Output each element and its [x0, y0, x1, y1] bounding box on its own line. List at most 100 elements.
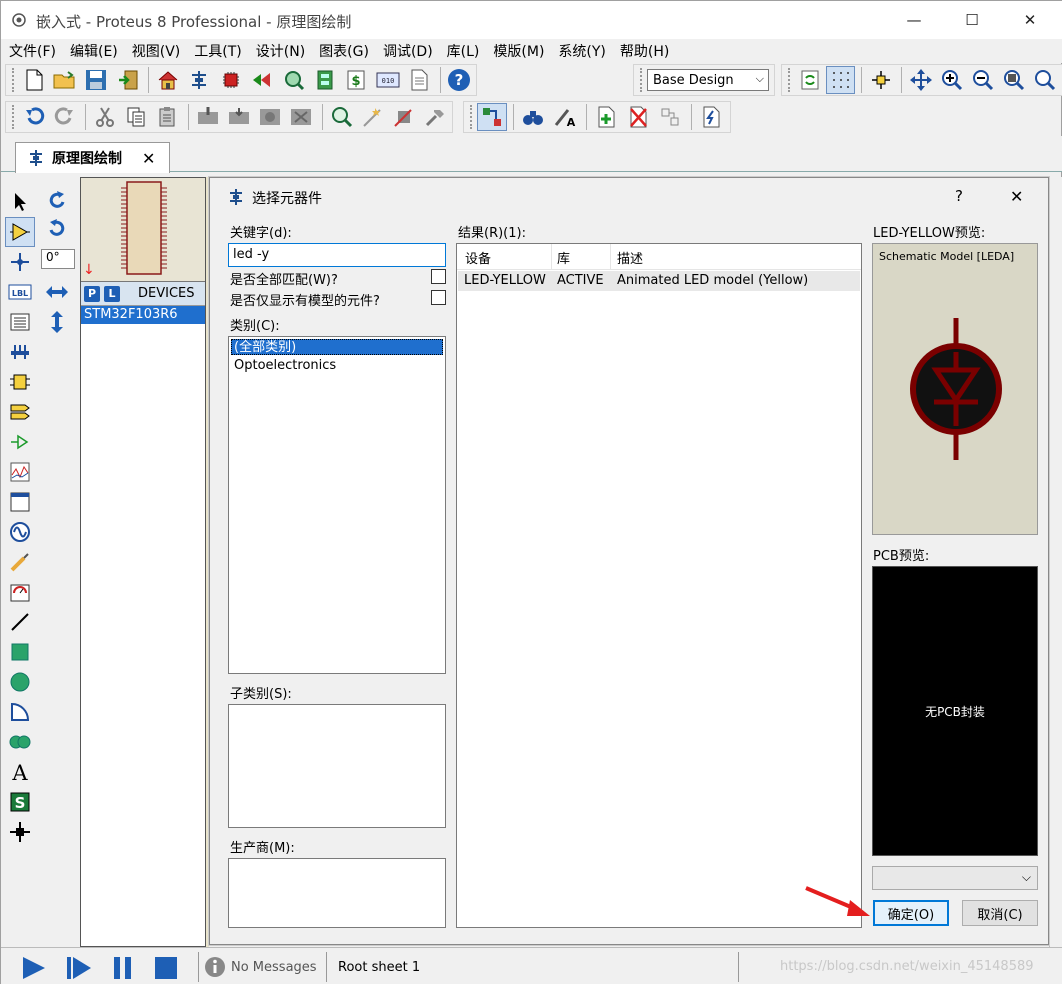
path-tool-icon[interactable] [5, 727, 35, 757]
canvas-scrollbar[interactable] [1049, 177, 1062, 947]
voltage-probe-icon[interactable] [5, 547, 35, 577]
schematic-icon[interactable] [185, 66, 214, 94]
arc-tool-icon[interactable] [5, 697, 35, 727]
menu-design[interactable]: 设计(N) [248, 41, 311, 61]
refresh-icon[interactable] [795, 66, 824, 94]
block-rotate-icon[interactable] [256, 103, 285, 131]
column-header-description[interactable]: 描述 [617, 248, 643, 267]
exit-to-parent-icon[interactable] [655, 103, 685, 131]
pan-icon[interactable] [906, 66, 935, 94]
pick-parts-icon[interactable] [327, 103, 356, 131]
save-icon[interactable] [82, 66, 111, 94]
terminals-icon[interactable] [5, 397, 35, 427]
minimize-button[interactable]: — [891, 1, 937, 39]
circle-tool-icon[interactable] [5, 667, 35, 697]
menu-system[interactable]: 系统(Y) [550, 41, 611, 61]
marker-tool-icon[interactable] [5, 817, 35, 847]
text-script-icon[interactable] [5, 307, 35, 337]
subcategory-list[interactable] [228, 704, 446, 828]
zoom-in-icon[interactable] [937, 66, 966, 94]
category-item-optoelectronics[interactable]: Optoelectronics [231, 357, 443, 374]
package-select[interactable]: ⌵ [872, 866, 1038, 890]
block-delete-icon[interactable] [287, 103, 316, 131]
dialog-help-button[interactable]: ? [955, 187, 963, 205]
menu-tools[interactable]: 工具(T) [186, 41, 247, 61]
menu-file[interactable]: 文件(F) [1, 41, 62, 61]
home-icon[interactable] [153, 66, 182, 94]
open-folder-icon[interactable] [50, 66, 79, 94]
3d-view-icon[interactable] [247, 66, 276, 94]
design-select[interactable]: Base Design ⌵ [647, 69, 769, 91]
search-tag-icon[interactable] [518, 103, 548, 131]
category-item-all[interactable]: (全部类别) [231, 339, 443, 355]
menu-graph[interactable]: 图表(G) [311, 41, 375, 61]
pick-devices-button[interactable]: P [84, 285, 100, 302]
gerber-viewer-icon[interactable] [279, 66, 308, 94]
zoom-out-icon[interactable] [969, 66, 998, 94]
box-tool-icon[interactable] [5, 637, 35, 667]
undo-icon[interactable] [19, 103, 48, 131]
keyword-input[interactable]: led -y [228, 243, 446, 267]
redo-icon[interactable] [50, 103, 79, 131]
property-assignment-icon[interactable]: A [550, 103, 580, 131]
electrical-rules-check-icon[interactable] [696, 103, 726, 131]
grid-toggle-icon[interactable] [826, 66, 856, 94]
menu-edit[interactable]: 编辑(E) [62, 41, 124, 61]
only-models-checkbox[interactable] [431, 290, 446, 305]
wire-label-icon[interactable]: LBL [5, 277, 35, 307]
menu-library[interactable]: 库(L) [439, 41, 486, 61]
play-icon[interactable] [21, 956, 47, 980]
origin-icon[interactable] [866, 66, 895, 94]
graph-mode-icon[interactable] [5, 457, 35, 487]
pause-icon[interactable] [111, 956, 135, 980]
messages-status[interactable]: No Messages [231, 960, 317, 975]
stop-icon[interactable] [154, 956, 178, 980]
column-header-device[interactable]: 设备 [465, 248, 491, 267]
maximize-button[interactable]: ☐ [949, 1, 995, 39]
virtual-instruments-icon[interactable] [5, 577, 35, 607]
tab-schematic-capture[interactable]: 原理图绘制 ✕ [15, 142, 170, 173]
wire-autorouter-icon[interactable] [477, 103, 507, 131]
line-tool-icon[interactable] [5, 607, 35, 637]
new-sheet-icon[interactable] [591, 103, 621, 131]
menu-template[interactable]: 模版(M) [485, 41, 550, 61]
selection-mode-icon[interactable] [5, 187, 35, 217]
component-mode-icon[interactable] [5, 217, 35, 247]
active-popup-icon[interactable] [5, 487, 35, 517]
decompose-icon[interactable] [421, 103, 450, 131]
cancel-button[interactable]: 取消(C) [962, 900, 1038, 926]
symbol-tool-icon[interactable]: S [5, 787, 35, 817]
dialog-close-button[interactable]: ✕ [1010, 187, 1023, 206]
text-tool-icon[interactable]: A [5, 757, 35, 787]
new-file-icon[interactable] [19, 66, 48, 94]
tab-close-icon[interactable]: ✕ [142, 149, 155, 168]
copy-icon[interactable] [122, 103, 151, 131]
menu-debug[interactable]: 调试(D) [375, 41, 439, 61]
subcircuit-icon[interactable] [5, 367, 35, 397]
remove-sheet-icon[interactable] [623, 103, 653, 131]
bill-of-materials-icon[interactable]: $ [342, 66, 371, 94]
menu-view[interactable]: 视图(V) [124, 41, 187, 61]
generator-icon[interactable] [5, 517, 35, 547]
match-all-checkbox[interactable] [431, 269, 446, 284]
make-device-icon[interactable] [358, 103, 387, 131]
manufacturer-list[interactable] [228, 858, 446, 928]
rotate-anticlockwise-icon[interactable] [41, 215, 73, 243]
ok-button[interactable]: 确定(O) [873, 900, 949, 926]
rotation-angle-field[interactable]: 0° [41, 249, 75, 269]
zoom-all-icon[interactable] [1000, 66, 1029, 94]
category-list[interactable]: (全部类别) Optoelectronics [228, 336, 446, 674]
import-icon[interactable] [113, 66, 142, 94]
library-manager-button[interactable]: L [104, 285, 120, 302]
help-icon[interactable]: ? [445, 66, 474, 94]
zoom-area-icon[interactable] [1031, 66, 1060, 94]
mirror-vertical-icon[interactable] [41, 307, 73, 337]
mirror-horizontal-icon[interactable] [41, 277, 73, 307]
info-icon[interactable] [204, 956, 226, 978]
device-pins-icon[interactable] [5, 427, 35, 457]
step-icon[interactable] [65, 956, 93, 980]
rotate-clockwise-icon[interactable] [41, 187, 73, 215]
block-copy-icon[interactable] [193, 103, 222, 131]
table-row[interactable]: LED-YELLOW ACTIVE Animated LED model (Ye… [458, 271, 860, 291]
source-code-icon[interactable]: 010 [373, 66, 402, 94]
